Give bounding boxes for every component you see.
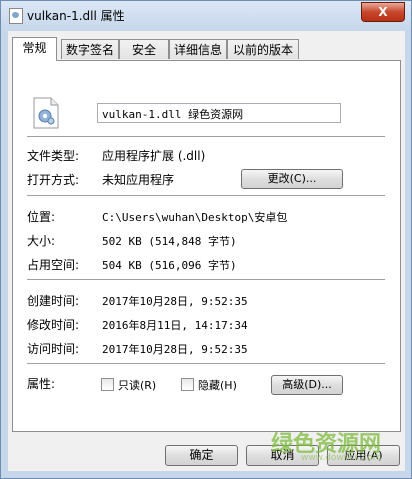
title-bar[interactable]: vulkan-1.dll 属性 X bbox=[1, 1, 411, 31]
file-type-value: 应用程序扩展 (.dll) bbox=[102, 149, 206, 163]
window-title: vulkan-1.dll 属性 bbox=[27, 9, 125, 23]
tab-general[interactable]: 常规 bbox=[12, 37, 57, 61]
tab-security[interactable]: 安全 bbox=[119, 39, 169, 59]
tab-digital-signatures[interactable]: 数字签名 bbox=[61, 39, 119, 59]
advanced-button[interactable]: 高级(D)... bbox=[271, 375, 343, 395]
site-watermark-url: www.downcc.com bbox=[301, 453, 382, 463]
modified-label: 修改时间: bbox=[27, 318, 80, 332]
file-name-field[interactable]: vulkan-1.dll 绿色资源网 bbox=[97, 103, 341, 123]
divider bbox=[27, 363, 385, 365]
tab-details[interactable]: 详细信息 bbox=[169, 39, 227, 59]
created-value: 2017年10月28日, 9:52:35 bbox=[102, 295, 248, 308]
close-button[interactable]: X bbox=[361, 2, 405, 22]
checkbox-box[interactable] bbox=[181, 378, 194, 391]
divider bbox=[27, 195, 385, 197]
hidden-label: 隐藏(H) bbox=[198, 379, 237, 392]
accessed-value: 2017年10月28日, 9:52:35 bbox=[102, 343, 248, 356]
properties-window: vulkan-1.dll 属性 X 常规 数字签名 安全 详细信息 以前的版本 … bbox=[0, 0, 412, 479]
attributes-label: 属性: bbox=[27, 377, 56, 391]
change-button[interactable]: 更改(C)... bbox=[241, 169, 343, 189]
dialog-client: 常规 数字签名 安全 详细信息 以前的版本 vulkan-1.dll 绿色资源网… bbox=[8, 31, 405, 471]
created-label: 创建时间: bbox=[27, 294, 80, 308]
general-panel: vulkan-1.dll 绿色资源网 文件类型: 应用程序扩展 (.dll) 打… bbox=[12, 60, 401, 432]
location-value: C:\Users\wuhan\Desktop\安卓包 bbox=[102, 211, 288, 224]
open-with-label: 打开方式: bbox=[27, 173, 80, 187]
dll-file-icon bbox=[9, 8, 23, 24]
modified-value: 2016年8月11日, 14:17:34 bbox=[102, 319, 248, 332]
accessed-label: 访问时间: bbox=[27, 342, 80, 356]
size-value: 502 KB (514,848 字节) bbox=[102, 235, 237, 248]
hidden-checkbox[interactable]: 隐藏(H) bbox=[181, 377, 237, 393]
file-type-label: 文件类型: bbox=[27, 149, 80, 163]
checkbox-box[interactable] bbox=[101, 378, 114, 391]
divider bbox=[27, 136, 385, 138]
size-label: 大小: bbox=[27, 234, 56, 248]
size-on-disk-label: 占用空间: bbox=[27, 258, 80, 272]
readonly-checkbox[interactable]: 只读(R) bbox=[101, 377, 156, 393]
size-on-disk-value: 504 KB (516,096 字节) bbox=[102, 259, 237, 272]
open-with-value: 未知应用程序 bbox=[102, 173, 175, 187]
divider bbox=[27, 279, 385, 281]
dll-file-icon bbox=[33, 97, 59, 129]
readonly-label: 只读(R) bbox=[118, 379, 157, 392]
tab-previous-versions[interactable]: 以前的版本 bbox=[227, 39, 299, 59]
ok-button[interactable]: 确定 bbox=[165, 445, 238, 466]
location-label: 位置: bbox=[27, 210, 56, 224]
